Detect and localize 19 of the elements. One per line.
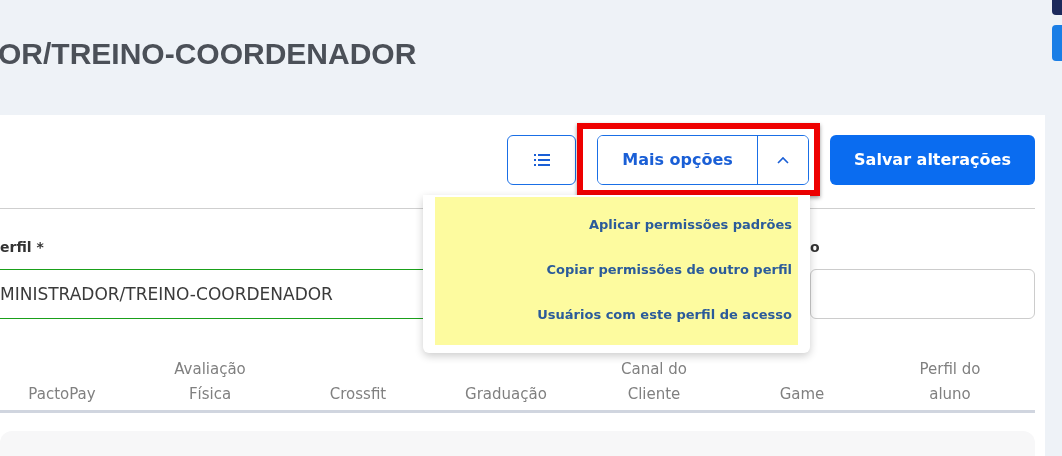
tab[interactable]: Canal do Cliente bbox=[580, 348, 728, 410]
tab[interactable]: Avaliação Física bbox=[136, 348, 284, 410]
side-button[interactable] bbox=[1052, 0, 1062, 15]
tab[interactable]: PactoPay bbox=[0, 348, 136, 410]
field-label: erfil * bbox=[0, 238, 45, 257]
caret-icon bbox=[777, 156, 789, 164]
more-options-button[interactable]: Mais opções bbox=[598, 136, 758, 184]
field-label: o bbox=[810, 238, 821, 257]
menu-item[interactable]: Aplicar permissões padrões bbox=[589, 202, 792, 247]
tab[interactable]: Crossfit bbox=[284, 348, 432, 410]
tab[interactable]: Game bbox=[728, 348, 876, 410]
tab[interactable]: Graduação bbox=[432, 348, 580, 410]
page-title: OR/TREINO-COORDENADOR bbox=[0, 35, 417, 72]
save-button[interactable]: Salvar alterações bbox=[830, 135, 1035, 185]
list-view-button[interactable] bbox=[507, 135, 576, 185]
list-icon bbox=[533, 154, 550, 166]
side-button[interactable] bbox=[1052, 25, 1062, 61]
input-field[interactable] bbox=[810, 269, 1035, 319]
tab[interactable]: Perfil do aluno bbox=[876, 348, 1024, 410]
